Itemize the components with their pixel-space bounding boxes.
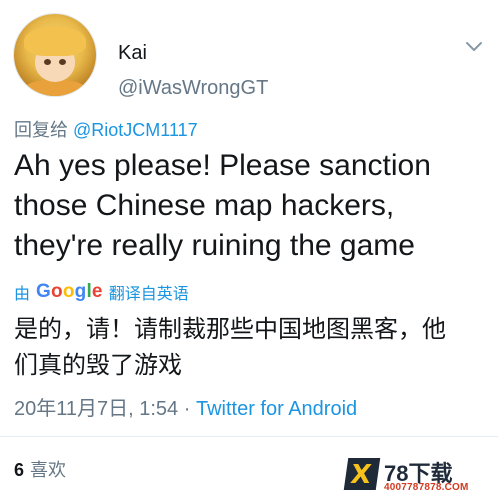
- watermark-logo: X 78下载 4007787878.COM: [343, 454, 498, 496]
- tweet-header: Kai @iWasWrongGT: [14, 14, 484, 104]
- tweet-client-link[interactable]: Twitter for Android: [196, 398, 357, 420]
- translation-attribution[interactable]: 由 Google 翻译自英语: [14, 280, 189, 304]
- google-logo: Google: [36, 281, 103, 302]
- reply-prefix: 回复给: [14, 120, 74, 140]
- avatar-eye-right: [59, 59, 66, 65]
- translation-by: 由: [14, 286, 31, 303]
- reply-mention-link[interactable]: @RiotJCM1117: [73, 120, 198, 140]
- avatar[interactable]: [14, 14, 96, 96]
- likes-stat[interactable]: 6 喜欢: [14, 456, 66, 482]
- avatar-shirt: [24, 80, 86, 96]
- watermark-url: 4007787878.COM: [384, 482, 469, 493]
- tweet-timestamp[interactable]: 20年11月7日, 1:54: [14, 398, 178, 420]
- tweet-text: Ah yes please! Please sanction those Chi…: [14, 149, 431, 262]
- user-name[interactable]: Kai: [118, 42, 147, 65]
- divider: [0, 436, 498, 437]
- tweet-meta: 20年11月7日, 1:54 · Twitter for Android: [14, 392, 357, 421]
- likes-count: 6: [14, 460, 25, 480]
- translation-label: 翻译自英语: [108, 286, 189, 303]
- user-handle[interactable]: @iWasWrongGT: [118, 77, 268, 100]
- translated-text: 是的，请！请制裁那些中国地图黑客，他 们真的毁了游戏: [14, 316, 446, 379]
- avatar-hair: [24, 26, 86, 56]
- watermark-x-icon: X: [343, 458, 381, 490]
- reply-context: 回复给 @RiotJCM1117: [14, 116, 198, 142]
- avatar-eye-left: [44, 59, 51, 65]
- chevron-down-icon[interactable]: [464, 40, 484, 54]
- likes-label: 喜欢: [30, 460, 67, 480]
- meta-separator: ·: [183, 398, 191, 420]
